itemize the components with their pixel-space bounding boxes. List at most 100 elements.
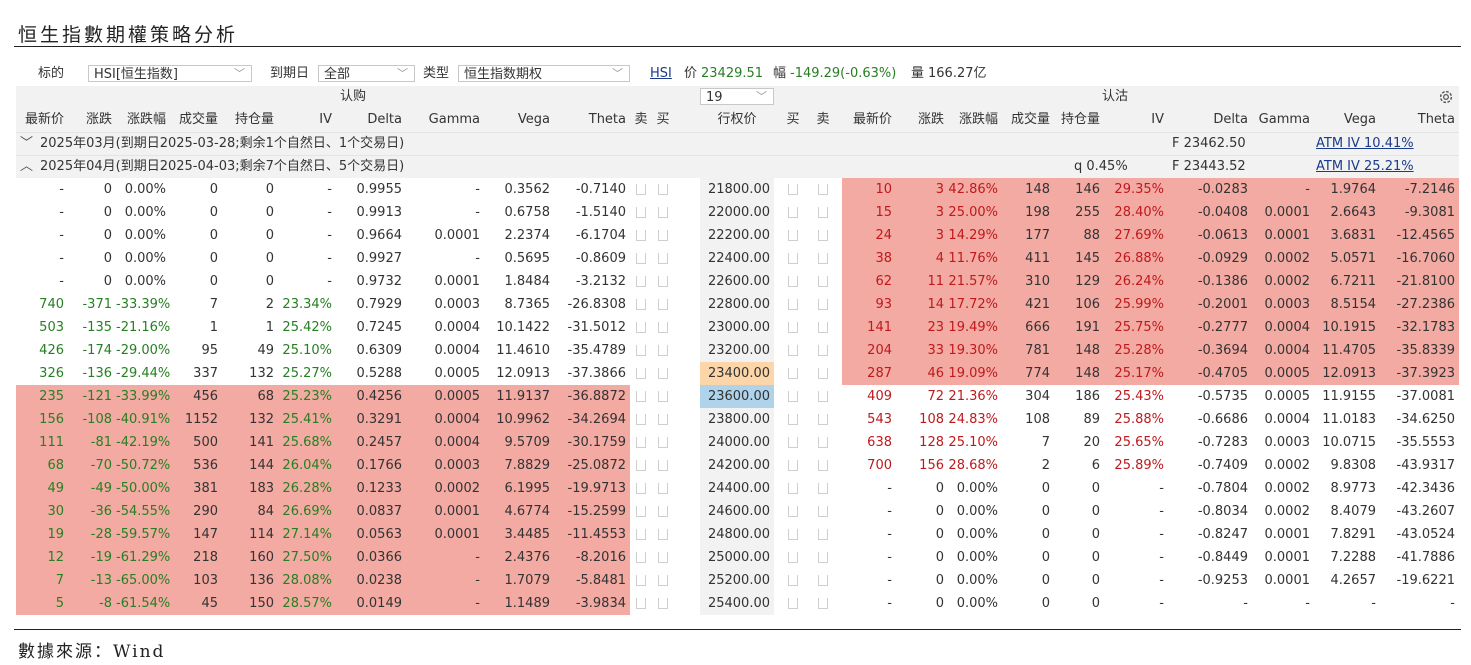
put-buy-checkbox[interactable] (788, 437, 798, 448)
put-sell-checkbox[interactable] (818, 552, 828, 563)
put-sell-checkbox[interactable] (818, 529, 828, 540)
atm-iv-link[interactable]: ATM IV 25.21% (1316, 156, 1426, 178)
strike-price-cell[interactable]: 24000.00 (700, 431, 774, 454)
call-buy-checkbox[interactable] (658, 322, 668, 333)
call-buy-checkbox[interactable] (658, 230, 668, 241)
col-header-call-iv[interactable]: IV (278, 108, 336, 132)
put-sell-checkbox[interactable] (818, 414, 828, 425)
col-header-put-last[interactable]: 最新价 (842, 108, 896, 132)
col-header-put-iv[interactable]: IV (1104, 108, 1168, 132)
col-header-call-sell[interactable]: 卖 (630, 108, 652, 132)
call-sell-checkbox[interactable] (636, 575, 646, 586)
strike-price-cell[interactable]: 25000.00 (700, 546, 774, 569)
put-buy-checkbox[interactable] (788, 299, 798, 310)
underlying-select[interactable]: HSI[恒生指数] ﹀ (88, 65, 252, 82)
call-sell-checkbox[interactable] (636, 598, 646, 609)
call-buy-checkbox[interactable] (658, 414, 668, 425)
col-header-put-chg-pct[interactable]: 涨跌幅 (948, 108, 1002, 132)
put-buy-checkbox[interactable] (788, 184, 798, 195)
put-buy-checkbox[interactable] (788, 322, 798, 333)
strike-price-cell[interactable]: 24200.00 (700, 454, 774, 477)
put-sell-checkbox[interactable] (818, 368, 828, 379)
call-buy-checkbox[interactable] (658, 368, 668, 379)
strike-price-cell[interactable]: 24600.00 (700, 500, 774, 523)
call-buy-checkbox[interactable] (658, 598, 668, 609)
call-buy-checkbox[interactable] (658, 299, 668, 310)
put-buy-checkbox[interactable] (788, 391, 798, 402)
put-buy-checkbox[interactable] (788, 575, 798, 586)
call-buy-checkbox[interactable] (658, 460, 668, 471)
put-sell-checkbox[interactable] (818, 322, 828, 333)
strike-count-select[interactable]: 19 ﹀ (700, 88, 774, 105)
strike-price-cell[interactable]: 23000.00 (700, 316, 774, 339)
put-buy-checkbox[interactable] (788, 483, 798, 494)
type-select[interactable]: 恒生指数期权 ﹀ (458, 65, 630, 82)
strike-price-cell[interactable]: 22400.00 (700, 247, 774, 270)
strike-price-cell[interactable]: 24800.00 (700, 523, 774, 546)
call-sell-checkbox[interactable] (636, 529, 646, 540)
strike-price-cell[interactable]: 23200.00 (700, 339, 774, 362)
col-header-call-last[interactable]: 最新价 (16, 108, 68, 132)
col-header-call-delta[interactable]: Delta (336, 108, 406, 132)
put-buy-checkbox[interactable] (788, 552, 798, 563)
strike-price-cell[interactable]: 23600.00 (700, 385, 774, 408)
put-sell-checkbox[interactable] (818, 345, 828, 356)
call-sell-checkbox[interactable] (636, 414, 646, 425)
col-header-put-gamma[interactable]: Gamma (1252, 108, 1314, 132)
put-sell-checkbox[interactable] (818, 506, 828, 517)
call-sell-checkbox[interactable] (636, 207, 646, 218)
call-buy-checkbox[interactable] (658, 391, 668, 402)
put-sell-checkbox[interactable] (818, 598, 828, 609)
call-buy-checkbox[interactable] (658, 437, 668, 448)
col-header-put-oi[interactable]: 持仓量 (1054, 108, 1104, 132)
call-sell-checkbox[interactable] (636, 230, 646, 241)
put-buy-checkbox[interactable] (788, 230, 798, 241)
put-sell-checkbox[interactable] (818, 391, 828, 402)
col-header-put-buy[interactable]: 买 (782, 108, 804, 132)
strike-price-cell[interactable]: 23800.00 (700, 408, 774, 431)
col-header-call-gamma[interactable]: Gamma (406, 108, 484, 132)
call-buy-checkbox[interactable] (658, 552, 668, 563)
call-sell-checkbox[interactable] (636, 253, 646, 264)
expiry-group-row[interactable]: ﹀ 2025年03月(到期日2025-03-28;剩余1个自然日、1个交易日) F … (16, 132, 1459, 155)
call-buy-checkbox[interactable] (658, 345, 668, 356)
col-header-call-volume[interactable]: 成交量 (170, 108, 222, 132)
put-sell-checkbox[interactable] (818, 437, 828, 448)
put-sell-checkbox[interactable] (818, 253, 828, 264)
ticker-code-link[interactable]: HSI (650, 62, 672, 86)
put-sell-checkbox[interactable] (818, 483, 828, 494)
call-sell-checkbox[interactable] (636, 506, 646, 517)
expiry-group-row[interactable]: ︿ 2025年04月(到期日2025-04-03;剩余7个自然日、5个交易日) q … (16, 155, 1459, 178)
expiry-select[interactable]: 全部 ﹀ (318, 65, 415, 82)
strike-price-cell[interactable]: 22200.00 (700, 224, 774, 247)
strike-price-cell[interactable]: 22000.00 (700, 201, 774, 224)
put-sell-checkbox[interactable] (818, 575, 828, 586)
col-header-put-vega[interactable]: Vega (1314, 108, 1380, 132)
call-buy-checkbox[interactable] (658, 207, 668, 218)
col-header-put-volume[interactable]: 成交量 (1002, 108, 1054, 132)
put-buy-checkbox[interactable] (788, 207, 798, 218)
call-sell-checkbox[interactable] (636, 345, 646, 356)
col-header-call-chg[interactable]: 涨跌 (68, 108, 116, 132)
col-header-call-theta[interactable]: Theta (554, 108, 630, 132)
chevron-down-icon[interactable]: ﹀ (20, 133, 36, 155)
call-buy-checkbox[interactable] (658, 253, 668, 264)
put-buy-checkbox[interactable] (788, 345, 798, 356)
col-header-put-theta[interactable]: Theta (1380, 108, 1459, 132)
gear-icon[interactable] (1437, 88, 1455, 106)
atm-iv-link[interactable]: ATM IV 10.41% (1316, 133, 1426, 155)
call-sell-checkbox[interactable] (636, 483, 646, 494)
strike-price-cell[interactable]: 23400.00 (700, 362, 774, 385)
col-header-call-buy[interactable]: 买 (652, 108, 674, 132)
call-sell-checkbox[interactable] (636, 460, 646, 471)
put-sell-checkbox[interactable] (818, 460, 828, 471)
col-header-call-oi[interactable]: 持仓量 (222, 108, 278, 132)
call-sell-checkbox[interactable] (636, 437, 646, 448)
call-sell-checkbox[interactable] (636, 368, 646, 379)
put-buy-checkbox[interactable] (788, 598, 798, 609)
col-header-put-chg[interactable]: 涨跌 (896, 108, 948, 132)
put-buy-checkbox[interactable] (788, 253, 798, 264)
put-sell-checkbox[interactable] (818, 230, 828, 241)
put-sell-checkbox[interactable] (818, 276, 828, 287)
strike-price-cell[interactable]: 24400.00 (700, 477, 774, 500)
